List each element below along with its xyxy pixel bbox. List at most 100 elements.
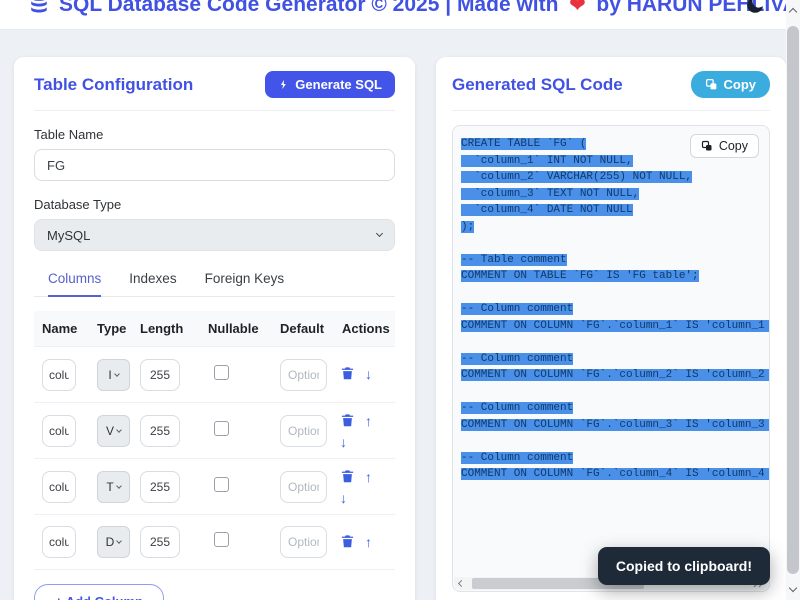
column-name-input[interactable] bbox=[42, 470, 76, 503]
move-up-button[interactable]: ↑ bbox=[365, 414, 372, 428]
database-type-select[interactable]: MySQL bbox=[34, 219, 395, 251]
scroll-left-arrow-icon[interactable] bbox=[457, 579, 466, 588]
sql-code-line bbox=[461, 384, 769, 401]
column-header-nullable: Nullable bbox=[208, 321, 259, 336]
column-name-input[interactable] bbox=[42, 526, 76, 558]
table-row: T ↑ ↓ bbox=[34, 458, 395, 514]
app-header: SQL Database Code Generator © 2025 | Mad… bbox=[0, 0, 786, 30]
column-default-input[interactable] bbox=[280, 526, 327, 558]
column-name-input[interactable] bbox=[42, 414, 76, 447]
column-header-default: Default bbox=[280, 321, 325, 336]
tab-columns[interactable]: Columns bbox=[48, 271, 102, 297]
sql-code-line: COMMENT ON TABLE `FG` IS 'FG table'; bbox=[461, 270, 699, 282]
nullable-checkbox[interactable] bbox=[214, 476, 229, 492]
database-icon bbox=[31, 0, 47, 13]
scroll-up-arrow-icon[interactable] bbox=[788, 7, 798, 17]
sql-code-line bbox=[461, 433, 769, 450]
moon-icon bbox=[747, 0, 764, 13]
page-scrollbar-thumb[interactable] bbox=[787, 26, 799, 574]
dark-mode-toggle[interactable] bbox=[744, 0, 766, 16]
table-row: D↑ bbox=[34, 514, 395, 570]
table-row: I↓ bbox=[34, 346, 395, 402]
nullable-checkbox[interactable] bbox=[214, 364, 229, 380]
nullable-checkbox[interactable] bbox=[214, 532, 229, 547]
bolt-icon bbox=[281, 79, 287, 90]
table-config-title: Table Configuration bbox=[34, 74, 194, 94]
column-default-input[interactable] bbox=[280, 414, 327, 447]
sql-code-line: COMMENT ON COLUMN `FG`.`column_3` IS 'co… bbox=[461, 417, 769, 434]
arrow-down-icon: ↓ bbox=[365, 366, 372, 383]
sql-code-block[interactable]: Copy CREATE TABLE `FG` ( `column_1` INT … bbox=[452, 125, 770, 592]
column-default-input[interactable] bbox=[280, 358, 327, 391]
move-down-button[interactable]: ↓ bbox=[340, 491, 347, 505]
column-type-select[interactable]: D bbox=[97, 526, 130, 558]
arrow-down-icon: ↓ bbox=[340, 489, 347, 506]
page-scrollbar[interactable] bbox=[786, 0, 800, 600]
move-up-button[interactable]: ↑ bbox=[365, 470, 372, 484]
column-type-select[interactable]: V bbox=[97, 414, 130, 447]
delete-column-button[interactable] bbox=[340, 412, 355, 430]
app-title-part1: SQL Database Code Generator © 2025 | Mad… bbox=[59, 0, 559, 16]
sql-code-line: -- Column comment bbox=[461, 451, 574, 464]
tab-foreign-keys[interactable]: Foreign Keys bbox=[205, 271, 285, 296]
column-length-input[interactable] bbox=[140, 358, 180, 391]
copy-icon bbox=[701, 140, 712, 151]
sql-code-line: -- Column comment bbox=[461, 352, 574, 365]
table-name-label: Table Name bbox=[34, 127, 104, 142]
columns-table: NameTypeLengthNullableDefaultActions I↓V… bbox=[34, 311, 395, 570]
tab-indexes[interactable]: Indexes bbox=[129, 271, 176, 296]
sql-code-line: COMMENT ON COLUMN `FG`.`column_1` IS 'co… bbox=[461, 318, 769, 335]
nullable-checkbox[interactable] bbox=[214, 420, 229, 436]
column-length-input[interactable] bbox=[140, 414, 180, 447]
move-down-button[interactable]: ↓ bbox=[365, 367, 372, 381]
column-header-actions: Actions bbox=[342, 321, 390, 336]
copy-sql-button[interactable]: Copy bbox=[690, 71, 770, 98]
delete-column-button[interactable] bbox=[340, 468, 355, 486]
move-up-button[interactable]: ↑ bbox=[365, 535, 372, 549]
database-type-label: Database Type bbox=[34, 197, 122, 212]
generated-sql-card: Generated SQL Code Copy Copy CREATE TABL… bbox=[436, 57, 786, 600]
generate-sql-button[interactable]: Generate SQL bbox=[265, 71, 395, 98]
column-header-length: Length bbox=[140, 321, 184, 336]
code-copy-button[interactable]: Copy bbox=[689, 134, 759, 158]
sql-code-line: `column_4` DATE NOT NULL bbox=[461, 204, 633, 216]
columns-table-header: Name Type Length Nullable Default Actions bbox=[34, 311, 395, 346]
toast-copied: Copied to clipboard! bbox=[597, 547, 770, 585]
sql-code-line: COMMENT ON COLUMN `FG`.`column_4` IS 'co… bbox=[461, 466, 769, 483]
scroll-down-arrow-icon[interactable] bbox=[788, 583, 798, 593]
sql-code-line: -- Column comment bbox=[461, 402, 574, 414]
heart-icon: ❤ bbox=[569, 0, 586, 16]
column-name-input[interactable] bbox=[42, 358, 76, 391]
sql-code-line: `column_2` VARCHAR(255) NOT NULL, bbox=[461, 171, 693, 183]
app-brand: SQL Database Code Generator © 2025 | Mad… bbox=[28, 0, 786, 17]
chevron-down-icon bbox=[375, 229, 384, 238]
table-name-input[interactable] bbox=[34, 149, 395, 181]
sql-code-line: ); bbox=[461, 220, 475, 233]
chevron-down-icon bbox=[113, 370, 120, 377]
arrow-up-icon: ↑ bbox=[365, 469, 372, 486]
trash-icon bbox=[341, 535, 354, 548]
sql-code-line: -- Column comment bbox=[461, 303, 574, 315]
trash-icon bbox=[341, 414, 354, 427]
generated-sql-title: Generated SQL Code bbox=[452, 74, 623, 94]
move-down-button[interactable]: ↓ bbox=[340, 435, 347, 449]
arrow-up-icon: ↑ bbox=[365, 533, 372, 550]
delete-column-button[interactable] bbox=[340, 533, 355, 551]
column-type-select[interactable]: I bbox=[97, 358, 130, 391]
sql-code-line bbox=[461, 334, 769, 351]
column-length-input[interactable] bbox=[140, 470, 180, 503]
sql-code-line: -- Table comment bbox=[461, 253, 567, 266]
trash-icon bbox=[341, 367, 354, 380]
column-header-type: Type bbox=[97, 321, 127, 336]
column-header-name: Name bbox=[42, 321, 78, 336]
column-type-select[interactable]: T bbox=[97, 470, 130, 503]
chevron-down-icon bbox=[115, 482, 122, 489]
arrow-up-icon: ↑ bbox=[365, 413, 372, 430]
chevron-down-icon bbox=[116, 426, 122, 433]
add-column-button[interactable]: + Add Column bbox=[34, 584, 164, 600]
column-length-input[interactable] bbox=[140, 526, 180, 558]
tabs: Columns Indexes Foreign Keys bbox=[34, 271, 395, 297]
delete-column-button[interactable] bbox=[340, 365, 355, 383]
column-default-input[interactable] bbox=[280, 470, 327, 503]
sql-code-text[interactable]: CREATE TABLE `FG` ( `column_1` INT NOT N… bbox=[453, 126, 769, 483]
